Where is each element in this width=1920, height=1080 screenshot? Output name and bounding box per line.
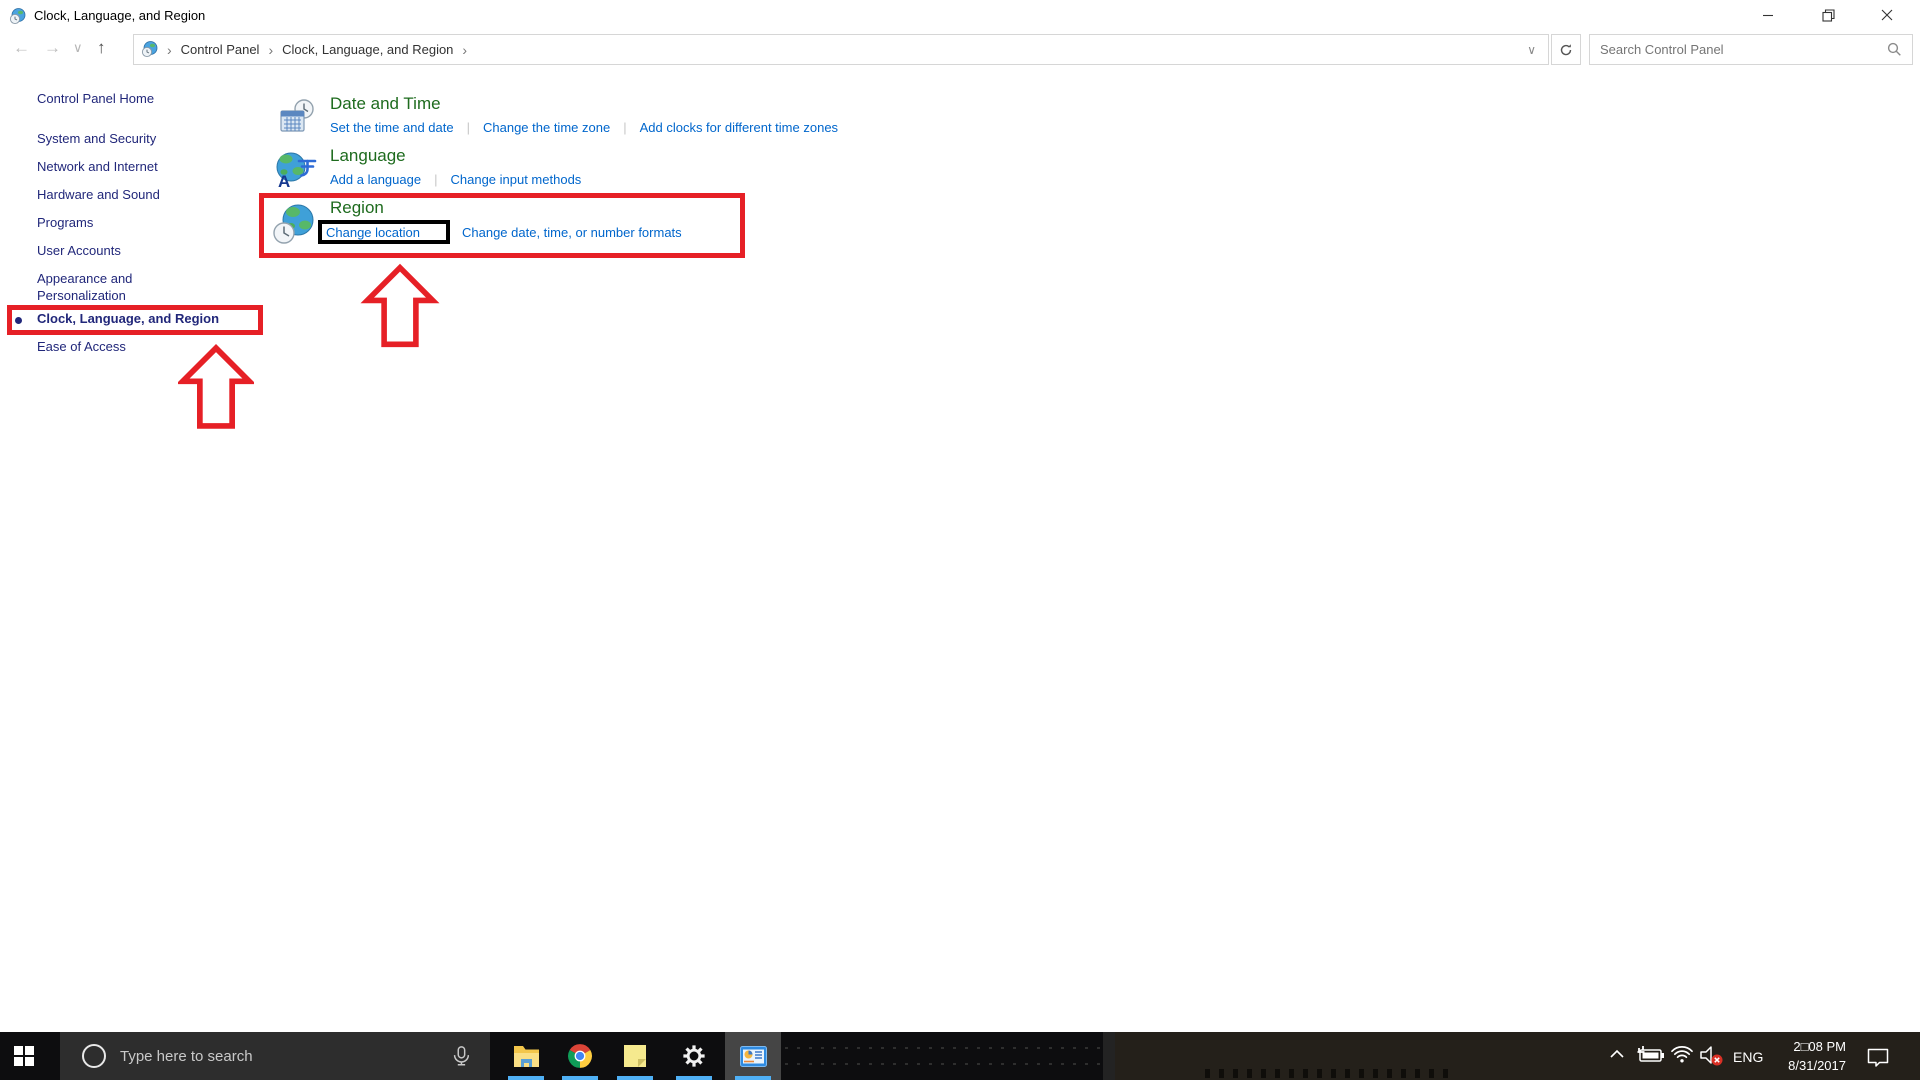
taskbar-app-control-panel[interactable] (725, 1032, 781, 1080)
link-change-date-time-formats[interactable]: Change date, time, or number formats (462, 225, 682, 240)
taskbar-clock[interactable]: 2□08 PM 8/31/2017 (1770, 1037, 1846, 1075)
search-input[interactable] (1590, 42, 1887, 57)
control-panel-icon (740, 1046, 767, 1067)
refresh-icon (1559, 43, 1573, 57)
chrome-icon (567, 1043, 593, 1069)
volume-muted-icon[interactable] (1698, 1044, 1724, 1068)
taskbar-texture (785, 1047, 1100, 1049)
background-window-edge (1103, 1032, 1115, 1080)
minimize-button[interactable] (1745, 0, 1791, 30)
restore-button[interactable] (1805, 0, 1851, 30)
title-bar: Clock, Language, and Region (0, 0, 1920, 32)
battery-charging-icon[interactable] (1636, 1044, 1666, 1066)
taskbar-search[interactable]: Type here to search (60, 1032, 490, 1080)
forward-button[interactable]: → (44, 38, 61, 58)
link-add-a-language[interactable]: Add a language (330, 172, 421, 187)
app-running-indicator (508, 1076, 544, 1080)
sidebar-item-system-and-security[interactable]: System and Security (37, 130, 199, 147)
calendar-clock-icon[interactable] (278, 98, 316, 136)
annotation-box-change-location: Change location (318, 220, 450, 244)
link-change-location[interactable]: Change location (322, 225, 420, 240)
sidebar-control-panel-home[interactable]: Control Panel Home (37, 90, 199, 107)
link-separator: | (467, 120, 470, 135)
link-set-time-and-date[interactable]: Set the time and date (330, 120, 454, 135)
sidebar-item-hardware-and-sound[interactable]: Hardware and Sound (37, 186, 199, 203)
breadcrumb-chevron[interactable]: › (268, 42, 273, 58)
up-button[interactable]: ↑ (97, 38, 106, 58)
location-icon (141, 41, 158, 58)
address-bar[interactable]: › Control Panel › Clock, Language, and R… (133, 34, 1549, 65)
globe-clock-icon[interactable] (272, 202, 318, 248)
taskbar-app-chrome[interactable] (552, 1032, 608, 1080)
minimize-icon (1762, 9, 1774, 21)
language-links: Add a language | Change input methods (330, 172, 581, 187)
search-icon[interactable] (1887, 42, 1902, 57)
active-item-bullet (15, 317, 22, 324)
link-separator: | (434, 172, 437, 187)
window-title: Clock, Language, and Region (34, 8, 205, 23)
microphone-icon[interactable] (450, 1044, 472, 1068)
section-title-region[interactable]: Region (330, 198, 384, 218)
link-change-time-zone[interactable]: Change the time zone (483, 120, 610, 135)
breadcrumb-control-panel[interactable]: Control Panel (181, 42, 260, 57)
sidebar-item-programs[interactable]: Programs (37, 214, 199, 231)
start-button[interactable] (0, 1032, 48, 1080)
recent-pages-chevron[interactable]: ∨ (73, 40, 83, 56)
taskbar-app-file-explorer[interactable] (498, 1032, 554, 1080)
svg-text:A: A (278, 172, 290, 190)
annotation-arrow-sidebar (178, 342, 254, 432)
taskbar-app-sticky-notes[interactable] (607, 1032, 663, 1080)
cortana-icon[interactable] (82, 1044, 106, 1068)
control-panel-search[interactable] (1589, 34, 1913, 65)
back-button[interactable]: ← (13, 38, 30, 58)
tray-time: 2□08 PM (1770, 1037, 1846, 1056)
wifi-icon[interactable] (1670, 1044, 1694, 1066)
sidebar-item-appearance-and-personalization[interactable]: Appearance and Personalization (37, 270, 199, 304)
address-dropdown-chevron[interactable]: ∨ (1527, 43, 1536, 57)
taskbar-app-settings[interactable] (666, 1032, 722, 1080)
settings-gear-icon (681, 1043, 707, 1069)
input-language-indicator[interactable]: ENG (1733, 1049, 1763, 1065)
close-icon (1881, 9, 1893, 21)
section-title-language[interactable]: Language (330, 146, 406, 166)
breadcrumb-chevron[interactable]: › (167, 42, 172, 58)
breadcrumb-current-page[interactable]: Clock, Language, and Region (282, 42, 453, 57)
close-button[interactable] (1864, 0, 1910, 30)
sticky-notes-icon (623, 1044, 647, 1068)
link-change-input-methods[interactable]: Change input methods (450, 172, 581, 187)
tray-date: 8/31/2017 (1770, 1056, 1846, 1075)
windows-logo-icon (14, 1046, 34, 1066)
app-running-indicator (562, 1076, 598, 1080)
section-title-date-and-time[interactable]: Date and Time (330, 94, 441, 114)
date-and-time-links: Set the time and date | Change the time … (330, 120, 838, 135)
globe-language-icon[interactable]: A (274, 150, 318, 190)
action-center-icon[interactable] (1866, 1046, 1890, 1070)
annotation-arrow-region (360, 263, 440, 349)
link-separator: | (623, 120, 626, 135)
link-add-clocks[interactable]: Add clocks for different time zones (640, 120, 838, 135)
app-running-indicator (617, 1076, 653, 1080)
app-icon (9, 8, 26, 25)
breadcrumb-chevron[interactable]: › (462, 42, 467, 58)
restore-icon (1822, 9, 1835, 22)
clipped-background-text (1205, 1069, 1450, 1078)
refresh-button[interactable] (1551, 34, 1581, 65)
sidebar-item-network-and-internet[interactable]: Network and Internet (37, 158, 199, 175)
taskbar-texture (785, 1063, 1100, 1065)
sidebar-item-clock-language-region[interactable]: Clock, Language, and Region (37, 310, 219, 327)
file-explorer-icon (513, 1045, 540, 1068)
hidden-icons-chevron[interactable] (1608, 1046, 1626, 1062)
app-running-indicator (735, 1076, 771, 1080)
taskbar-search-placeholder[interactable]: Type here to search (120, 1048, 253, 1065)
app-running-indicator (676, 1076, 712, 1080)
sidebar-item-user-accounts[interactable]: User Accounts (37, 242, 199, 259)
sidebar-item-ease-of-access[interactable]: Ease of Access (37, 338, 199, 355)
